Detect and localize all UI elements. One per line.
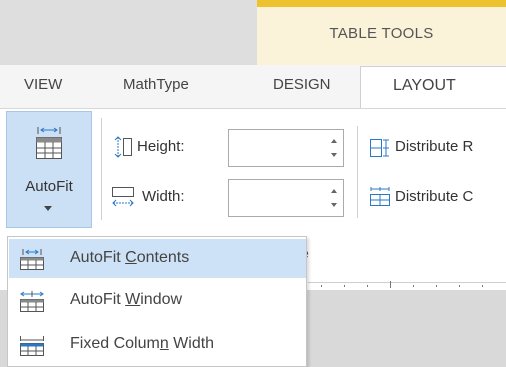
distribute-rows-icon <box>370 139 389 157</box>
menu-item-label: AutoFit Contents <box>70 249 190 266</box>
spin-down-icon[interactable] <box>331 153 337 157</box>
width-spinner[interactable] <box>228 179 344 217</box>
ruler-tick <box>321 285 322 287</box>
column-width-icon <box>112 187 134 207</box>
distribute-rows-button[interactable]: Distribute R <box>395 138 473 155</box>
distribute-columns-button[interactable]: Distribute C <box>395 188 473 205</box>
autofit-contents-icon <box>20 249 44 270</box>
group-divider <box>101 118 102 220</box>
tab-design[interactable]: DESIGN <box>273 76 331 93</box>
spin-down-icon[interactable] <box>331 203 337 207</box>
menu-item-autofit-contents[interactable]: AutoFit Contents <box>9 239 306 278</box>
menu-item-autofit-window[interactable]: AutoFit Window <box>9 281 306 320</box>
spin-up-icon[interactable] <box>331 189 337 193</box>
table-tools-label: TABLE TOOLS <box>329 25 434 42</box>
ruler-tick <box>344 285 345 287</box>
autofit-table-icon <box>36 127 62 159</box>
tab-layout[interactable]: LAYOUT <box>360 66 506 110</box>
ruler-line <box>308 282 506 283</box>
fixed-column-width-icon <box>20 336 44 356</box>
autofit-menu: AutoFit Contents AutoFit Window Fixed Co… <box>7 236 307 367</box>
menu-item-fixed-column-width[interactable]: Fixed Column Width <box>9 325 306 364</box>
row-height-icon <box>114 136 132 158</box>
height-label: Height: <box>137 138 185 155</box>
ruler-tick <box>459 285 460 287</box>
autofit-label: AutoFit <box>25 178 73 195</box>
ruler-tick <box>436 285 437 287</box>
tab-mathtype[interactable]: MathType <box>123 76 189 93</box>
menu-item-label: Fixed Column Width <box>70 335 215 352</box>
tab-layout-label: LAYOUT <box>393 77 456 94</box>
ruler-tick <box>482 285 483 287</box>
width-label: Width: <box>142 188 185 205</box>
distribute-columns-icon <box>370 187 390 206</box>
menu-item-label: AutoFit Window <box>70 291 183 308</box>
spin-up-icon[interactable] <box>331 139 337 143</box>
height-spinner[interactable] <box>228 129 344 167</box>
ruler-tick <box>367 285 368 287</box>
ruler-tick <box>413 285 414 287</box>
tab-view[interactable]: VIEW <box>24 76 62 93</box>
chevron-down-icon <box>44 206 52 211</box>
autofit-window-icon <box>20 291 44 312</box>
group-divider <box>357 126 358 218</box>
ruler-tick <box>390 281 391 288</box>
